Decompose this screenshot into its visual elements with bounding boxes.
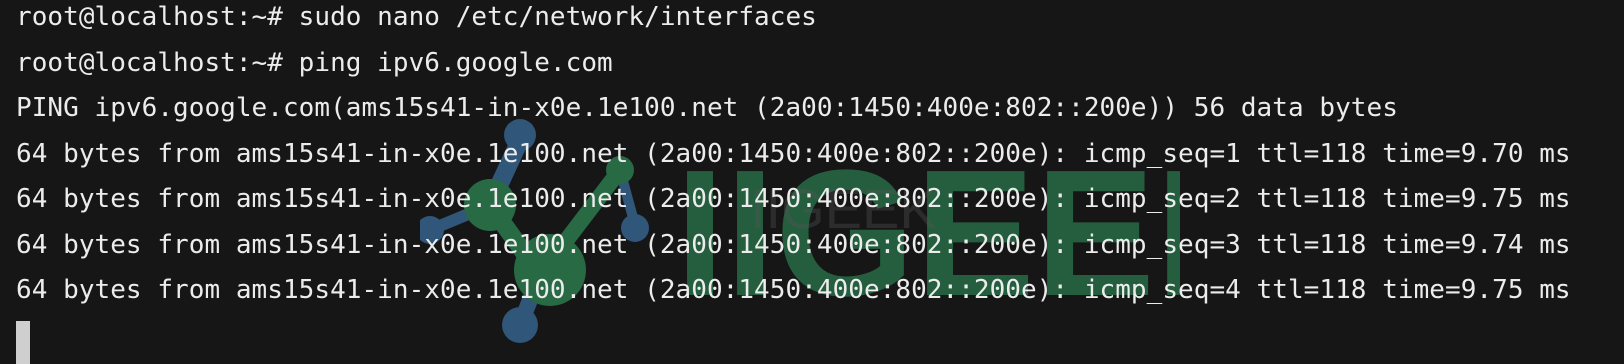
text-cursor [16,320,30,364]
terminal-line: 64 bytes from ams15s41-in-x0e.1e100.net … [16,275,1571,305]
terminal-window[interactable]: IIGEEK IIGEEK root@localhost:~# sudo nan… [0,0,1624,364]
terminal-input-line[interactable] [16,314,1624,364]
terminal-line: root@localhost:~# ping ipv6.google.com [16,47,613,78]
terminal-output: root@localhost:~# sudo nano /etc/network… [0,0,1624,364]
terminal-line: 64 bytes from ams15s41-in-x0e.1e100.net … [16,184,1571,214]
terminal-line: 64 bytes from ams15s41-in-x0e.1e100.net … [16,138,1571,169]
terminal-line: PING ipv6.google.com(ams15s41-in-x0e.1e1… [16,93,1398,123]
terminal-line: root@localhost:~# sudo nano /etc/network… [16,2,817,32]
terminal-line: 64 bytes from ams15s41-in-x0e.1e100.net … [16,229,1571,260]
